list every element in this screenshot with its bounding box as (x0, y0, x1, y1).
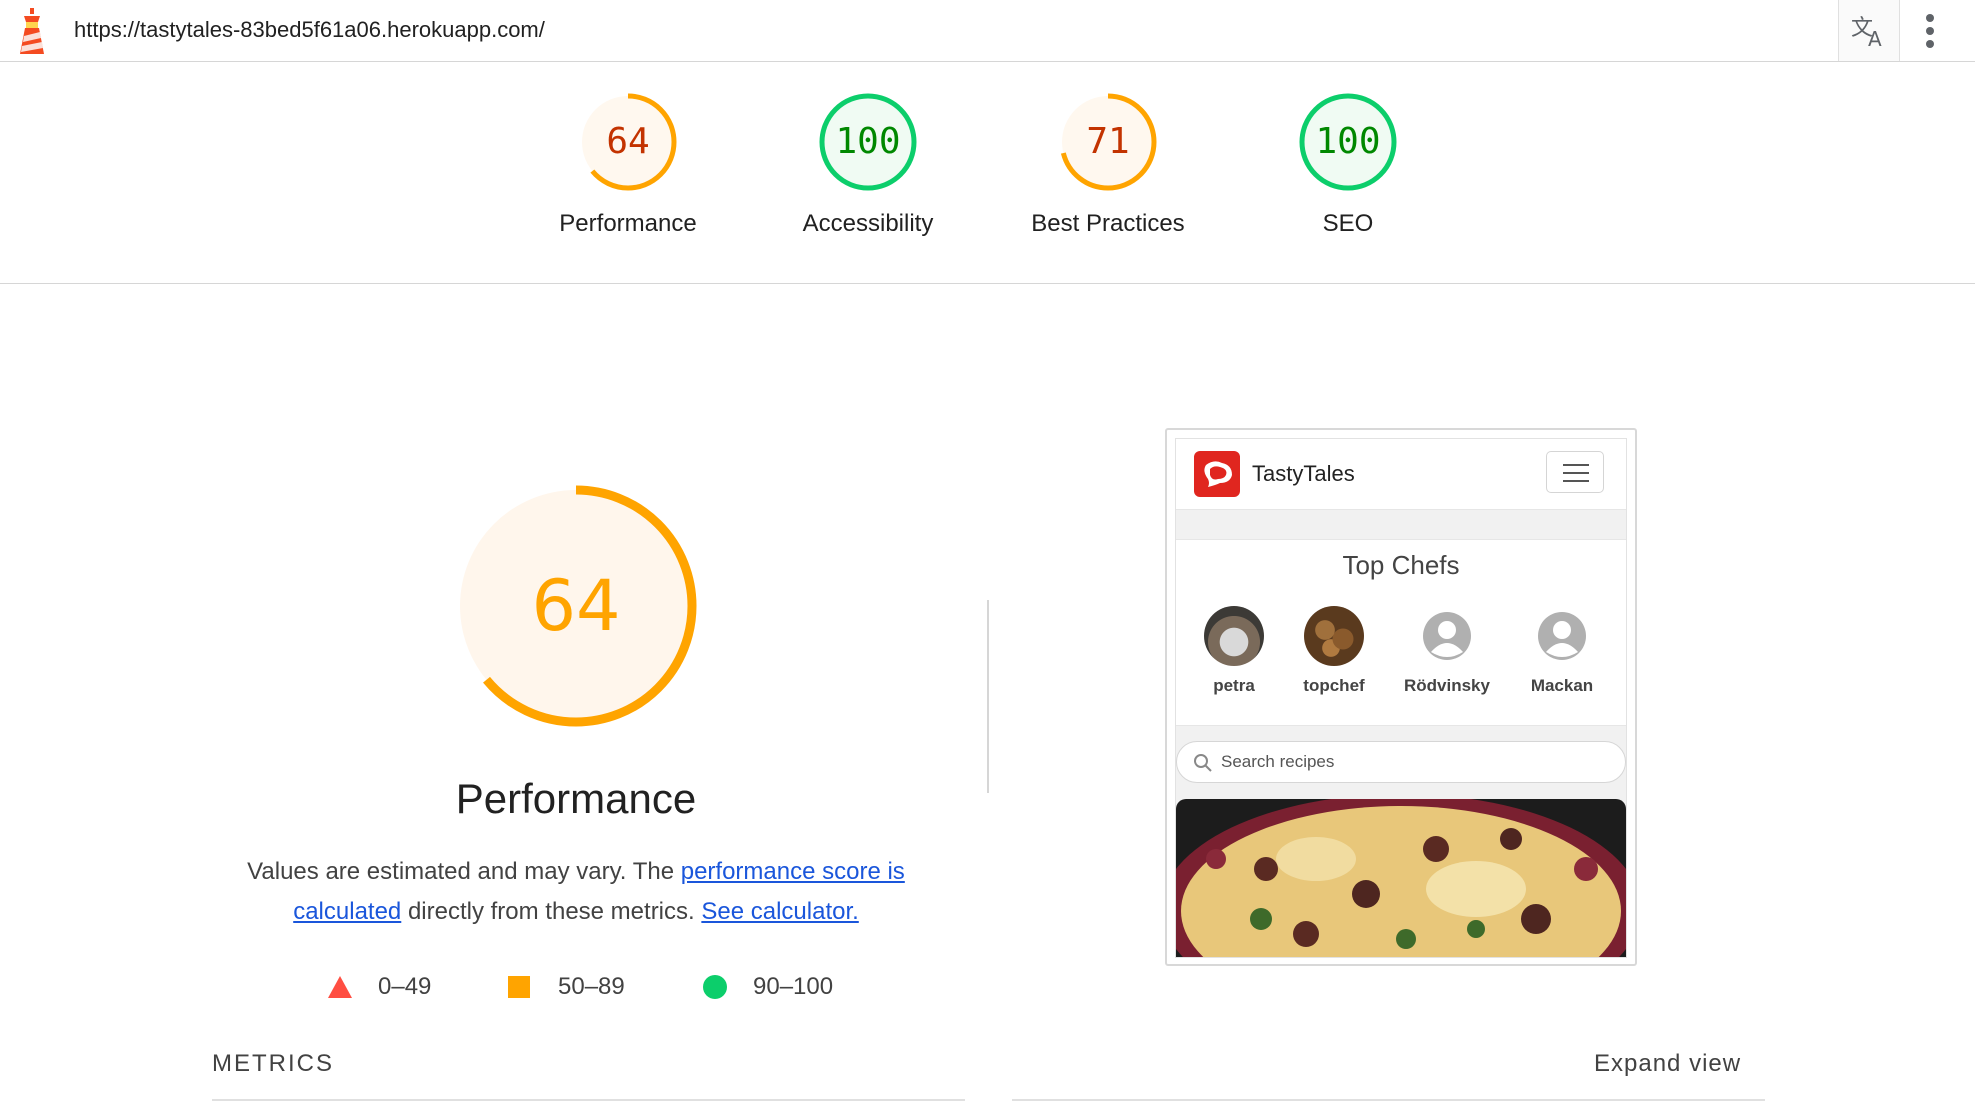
recipe-photo (1176, 799, 1626, 957)
legend-pass: 90–100 (703, 972, 833, 1002)
legend-pass-range: 90–100 (753, 973, 834, 1000)
performance-score-large: 64 (531, 565, 620, 647)
legend-average: 50–89 (508, 972, 625, 1002)
chef-name: topchef (1303, 676, 1365, 695)
gauge-performance-label: Performance (559, 210, 697, 237)
chef-avatar (1304, 606, 1364, 666)
translate-icon: 文 A (1851, 16, 1882, 49)
gauge-accessibility-score: 100 (835, 121, 900, 162)
legend-fail: 0–49 (328, 972, 431, 1002)
section-divider (987, 600, 989, 793)
default-avatar-icon (1417, 606, 1477, 666)
screenshot-viewport: TastyTales Top Chefs petra topchef Rödvi… (1175, 438, 1627, 958)
final-screenshot[interactable]: TastyTales Top Chefs petra topchef Rödvi… (1165, 428, 1637, 966)
chef-item: petra (1179, 606, 1289, 696)
gauge-best-practices-label: Best Practices (1031, 210, 1185, 237)
performance-gauge-large: 64 (455, 485, 697, 727)
description-middle: directly from these metrics. (401, 898, 702, 925)
expand-view-toggle[interactable]: Expand view (1594, 1050, 1741, 1078)
performance-title: Performance (455, 775, 697, 822)
chef-avatar (1204, 606, 1264, 666)
lighthouse-icon (20, 8, 44, 54)
hamburger-menu-icon (1546, 451, 1604, 493)
legend-fail-range: 0–49 (378, 973, 432, 1000)
gauge-best-practices-score: 71 (1086, 121, 1129, 162)
default-avatar-icon (1532, 606, 1592, 666)
gauge-seo[interactable]: 100 SEO (1228, 92, 1468, 238)
see-calculator-link[interactable]: See calculator. (701, 898, 858, 925)
search-icon (1194, 754, 1212, 772)
chef-name: petra (1213, 676, 1255, 695)
page-url[interactable]: https://tastytales-83bed5f61a06.herokuap… (74, 17, 545, 43)
legend-average-range: 50–89 (558, 973, 625, 1000)
gauge-seo-ring: 100 (1299, 93, 1397, 191)
gauge-seo-label: SEO (1322, 210, 1374, 237)
recipe-search-box: Search recipes (1176, 741, 1626, 783)
tastytales-logo-icon (1194, 451, 1240, 497)
gauge-accessibility-ring: 100 (819, 93, 917, 191)
gauge-performance-score: 64 (606, 121, 649, 162)
app-navbar: TastyTales (1176, 439, 1626, 510)
category-summary: 64 Performance 100 Accessibility 71 Best… (0, 62, 1975, 284)
gauge-seo-score: 100 (1315, 121, 1380, 162)
search-placeholder: Search recipes (1221, 752, 1335, 771)
app-brand-name: TastyTales (1252, 461, 1355, 486)
pass-circle-icon (703, 975, 727, 999)
gauge-performance-ring: 64 (579, 93, 677, 191)
chef-name: Rödvinsky (1404, 676, 1490, 695)
svg-text:A: A (1868, 27, 1882, 49)
metrics-header: METRICS (212, 1050, 334, 1077)
average-square-icon (508, 976, 530, 998)
top-chefs-title: Top Chefs (1342, 550, 1460, 580)
chef-name: Mackan (1530, 676, 1594, 695)
chef-item: Rödvinsky (1392, 606, 1502, 696)
translate-button[interactable]: 文 A (1838, 0, 1900, 61)
top-chefs-section: Top Chefs petra topchef Rödvinsky Mackan (1176, 539, 1626, 726)
description-prefix: Values are estimated and may vary. The (247, 858, 681, 885)
metrics-divider-right (1012, 1099, 1765, 1101)
performance-description: Values are estimated and may vary. The p… (236, 852, 916, 932)
gauge-accessibility[interactable]: 100 Accessibility (748, 92, 988, 238)
more-options-button[interactable] (1915, 8, 1945, 54)
gauge-best-practices-ring: 71 (1059, 93, 1157, 191)
metrics-divider-left (212, 1099, 965, 1101)
gauge-best-practices[interactable]: 71 Best Practices (988, 92, 1228, 238)
chef-item: Mackan (1507, 606, 1617, 696)
url-bar: https://tastytales-83bed5f61a06.herokuap… (0, 0, 1975, 62)
more-vert-icon (1926, 14, 1934, 48)
gauge-performance[interactable]: 64 Performance (508, 92, 748, 238)
chef-item: topchef (1279, 606, 1389, 696)
fail-triangle-icon (328, 976, 352, 998)
gauge-accessibility-label: Accessibility (802, 210, 934, 237)
